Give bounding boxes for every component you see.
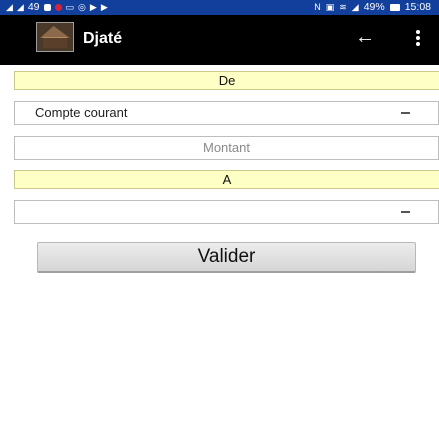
to-section-label: A bbox=[222, 172, 232, 187]
amount-placeholder: Montant bbox=[203, 140, 250, 155]
dropdown-caret-icon bbox=[401, 112, 410, 114]
chest-icon bbox=[36, 22, 74, 52]
app-notification-icon bbox=[54, 4, 62, 11]
from-section-header: De bbox=[14, 71, 439, 90]
notification-icon bbox=[43, 4, 51, 11]
to-section-header: A bbox=[14, 170, 439, 189]
signal-icon: ◢ bbox=[6, 2, 13, 12]
back-arrow-icon[interactable]: ← bbox=[353, 26, 377, 50]
status-left-text: 49 bbox=[27, 1, 40, 13]
chest-body-shape bbox=[43, 37, 67, 48]
media-icon: ▶ bbox=[100, 2, 108, 12]
amount-input[interactable]: Montant bbox=[14, 136, 439, 160]
media-icon: ▶ bbox=[89, 2, 97, 12]
from-account-value: Compte courant bbox=[35, 105, 128, 120]
clock: 15:08 bbox=[404, 1, 431, 13]
from-section-label: De bbox=[218, 73, 236, 88]
from-account-select[interactable]: Compte courant bbox=[14, 101, 439, 125]
status-right: N ▣ ≋ ◢ 49% 15:08 bbox=[314, 0, 431, 15]
nfc-icon: N bbox=[314, 2, 321, 12]
vibrate-icon: ▣ bbox=[325, 2, 335, 12]
cell-signal-icon: ◢ bbox=[351, 2, 359, 12]
app-bar: Djaté ← bbox=[0, 15, 439, 65]
dropdown-caret-icon bbox=[401, 211, 410, 213]
battery-icon bbox=[389, 4, 400, 11]
wifi-icon: ≋ bbox=[339, 2, 347, 12]
app-title: Djaté bbox=[83, 30, 123, 47]
validate-button[interactable]: Valider bbox=[37, 242, 416, 273]
status-bar: ◢ ◢ 49 ▭ ◎ ▶ ▶ N ▣ ≋ ◢ 49% 15:08 bbox=[0, 0, 439, 15]
image-icon: ▭ bbox=[65, 2, 75, 12]
battery-percent: 49% bbox=[363, 1, 385, 13]
more-options-icon[interactable] bbox=[410, 28, 426, 52]
status-left: ◢ ◢ 49 ▭ ◎ ▶ ▶ bbox=[6, 0, 108, 15]
camera-icon: ◎ bbox=[78, 2, 86, 12]
to-account-select[interactable] bbox=[14, 200, 439, 224]
signal-icon: ◢ bbox=[16, 2, 24, 12]
